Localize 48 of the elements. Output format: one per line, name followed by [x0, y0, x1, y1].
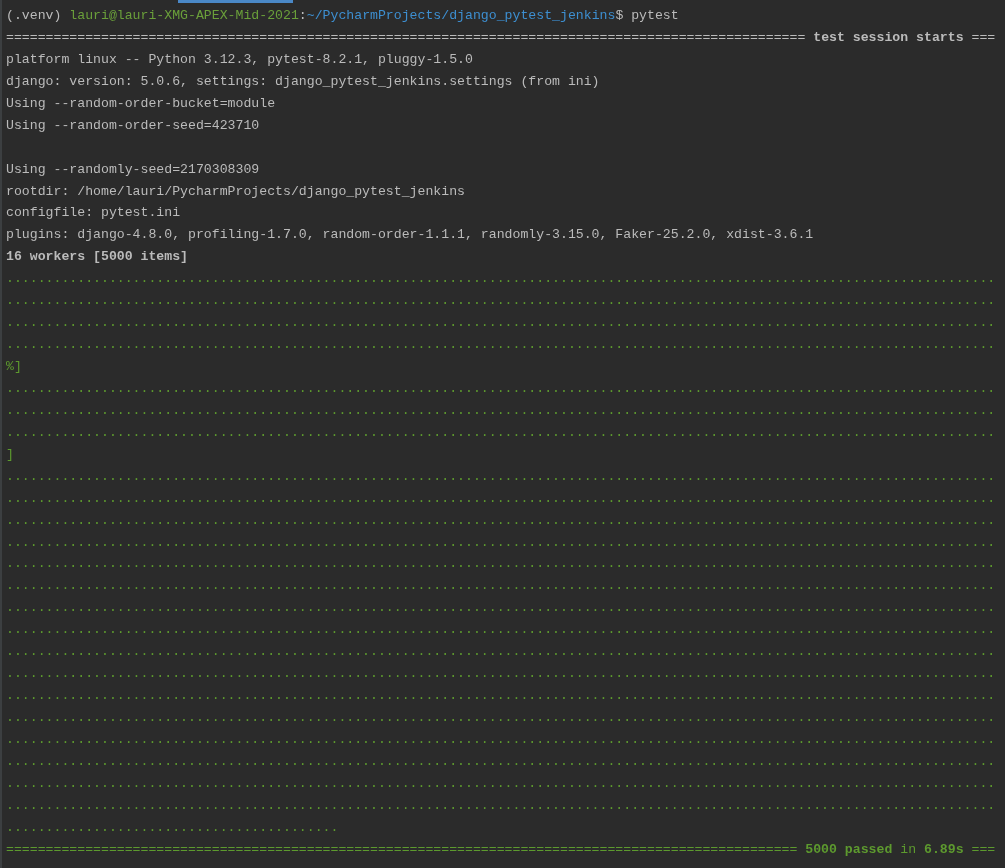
- prompt-path: ~/PycharmProjects/django_pytest_jenkins: [306, 8, 616, 23]
- summary-text: in: [899, 841, 918, 857]
- progress-output: .............................................................................................................................: [6, 688, 996, 704]
- progress-output: .............................................................................................................................: [6, 337, 996, 353]
- terminal-text: =====================================================================================================: [6, 29, 807, 45]
- progress-output: ..........................................: [6, 819, 339, 835]
- terminal-text: django: version: 5.0.6, settings: django_pytest_jenkins.settings (from ini): [6, 73, 600, 89]
- terminal-text: configfile: pytest.ini: [6, 205, 181, 221]
- terminal-text: platform linux -- Python 3.12.3, pytest-8.2.1, pluggy-1.5.0: [6, 51, 473, 67]
- progress-output: .............................................................................................................................: [6, 775, 996, 791]
- terminal-text: Using --random-order-seed=423710: [6, 117, 260, 133]
- progress-output: .............................................................................................................................: [6, 534, 996, 550]
- progress-output: .............................................................................................................................: [6, 468, 996, 484]
- terminal-text: rootdir: /home/lauri/PycharmProjects/django_pytest_jenkins: [6, 183, 465, 199]
- terminal-text: (.venv): [6, 8, 63, 23]
- terminal-text: plugins: django-4.8.0, profiling-1.7.0, random-order-1.1.1, randomly-3.15.0, Faker-25.2.0, xdist-3.6.1: [6, 227, 814, 243]
- prompt-user-host: lauri@lauri-XMG-APEX-Mid-2021: [69, 8, 299, 23]
- progress-output: %]: [6, 359, 22, 374]
- progress-output: .............................................................................................................................: [6, 490, 996, 506]
- terminal-bold-text: test session starts: [813, 29, 964, 45]
- progress-output: .............................................................................................................................: [6, 556, 996, 572]
- progress-output: .............................................................................................................................: [6, 293, 996, 309]
- progress-output: .............................................................................................................................: [6, 644, 996, 660]
- progress-output: .............................................................................................................................: [6, 710, 996, 725]
- terminal-text: Using --randomly-seed=2170308309: [6, 161, 260, 177]
- progress-output: .............................................................................................................................: [6, 402, 996, 418]
- summary-text: ====================================================================================================: [6, 841, 799, 857]
- progress-output: .............................................................................................................................: [6, 753, 996, 769]
- progress-output: .............................................................................................................................: [6, 666, 996, 682]
- summary-result: 6.89s: [924, 841, 964, 857]
- progress-output: .............................................................................................................................: [6, 578, 996, 594]
- progress-output: .............................................................................................................................: [6, 797, 996, 813]
- terminal-text: $ pytest: [615, 8, 679, 23]
- progress-output: .............................................................................................................................: [6, 731, 996, 747]
- progress-output: .............................................................................................................................: [6, 622, 996, 638]
- progress-output: .............................................................................................................................: [6, 271, 996, 287]
- progress-output: .............................................................................................................................: [6, 380, 996, 396]
- progress-output: .............................................................................................................................: [6, 600, 996, 616]
- summary-result: 5000 passed: [805, 841, 893, 857]
- progress-output: .............................................................................................................................: [6, 512, 996, 528]
- summary-text: ===: [970, 841, 996, 857]
- terminal-bold-text: 16 workers [5000 items]: [6, 249, 189, 265]
- progress-output: ]: [6, 446, 14, 462]
- progress-output: .............................................................................................................................: [6, 315, 996, 331]
- terminal-text: ===: [970, 29, 996, 45]
- progress-output: .............................................................................................................................: [6, 424, 996, 440]
- terminal-text: :: [298, 8, 307, 23]
- terminal-text: Using --random-order-bucket=module: [6, 95, 276, 111]
